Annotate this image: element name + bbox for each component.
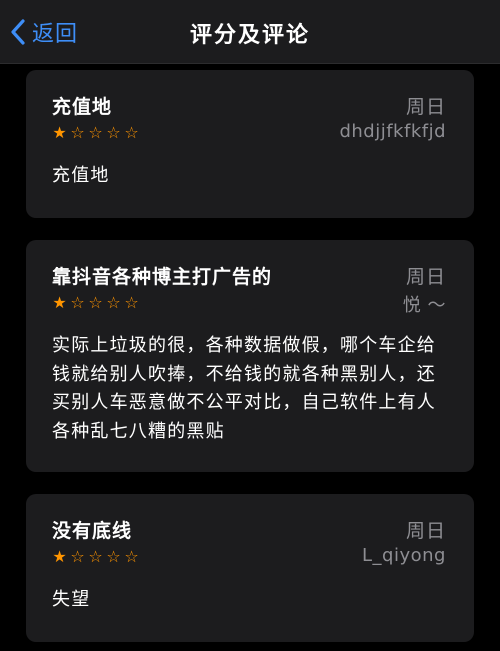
review-date: 周日: [405, 96, 446, 118]
review-author: L_qiyong: [362, 545, 446, 566]
review-body: 失望: [52, 589, 91, 610]
star-empty-icon: ☆: [124, 293, 139, 312]
page-title: 评分及评论: [189, 23, 310, 48]
review-body: 实际上垃圾的很，各种数据做假，哪个车企给钱就给别人吹捧，不给钱的就各种黑别人，还…: [52, 335, 436, 442]
star-empty-icon: ☆: [88, 123, 103, 142]
star-empty-icon: ☆: [88, 547, 103, 566]
review-card[interactable]: 靠抖音各种博主打广告的 周日 ★ ☆ ☆ ☆ ☆ 悦 ～ 实际上垃圾的很，各种数据做假，…: [26, 240, 474, 472]
star-filled-icon: ★: [52, 293, 67, 312]
star-rating: ★ ☆ ☆ ☆ ☆: [52, 294, 139, 312]
star-empty-icon: ☆: [106, 293, 121, 312]
star-filled-icon: ★: [52, 547, 67, 566]
star-rating: ★ ☆ ☆ ☆ ☆: [52, 124, 139, 142]
review-title: 没有底线: [52, 520, 133, 542]
star-empty-icon: ☆: [106, 123, 121, 142]
star-empty-icon: ☆: [124, 123, 139, 142]
star-empty-icon: ☆: [88, 293, 103, 312]
review-title: 靠抖音各种博主打广告的: [52, 266, 273, 288]
review-body: 充值地: [52, 165, 110, 186]
star-empty-icon: ☆: [70, 293, 85, 312]
review-title: 充值地: [52, 96, 113, 118]
star-filled-icon: ★: [52, 123, 67, 142]
star-empty-icon: ☆: [70, 123, 85, 142]
review-author: dhdjjfkfkfjd: [339, 121, 446, 142]
star-empty-icon: ☆: [70, 547, 85, 566]
review-card[interactable]: 没有底线 周日 ★ ☆ ☆ ☆ ☆ L_qiyong 失望: [26, 494, 474, 642]
navigation-bar: 返回 评分及评论: [0, 0, 500, 64]
star-empty-icon: ☆: [106, 547, 121, 566]
review-author: 悦 ～: [402, 295, 446, 316]
star-empty-icon: ☆: [124, 547, 139, 566]
review-date: 周日: [405, 266, 446, 288]
review-date: 周日: [405, 520, 446, 542]
review-card[interactable]: 充值地 周日 ★ ☆ ☆ ☆ ☆ dhdjjfkfkfjd 充值地: [26, 70, 474, 218]
star-rating: ★ ☆ ☆ ☆ ☆: [52, 548, 139, 566]
